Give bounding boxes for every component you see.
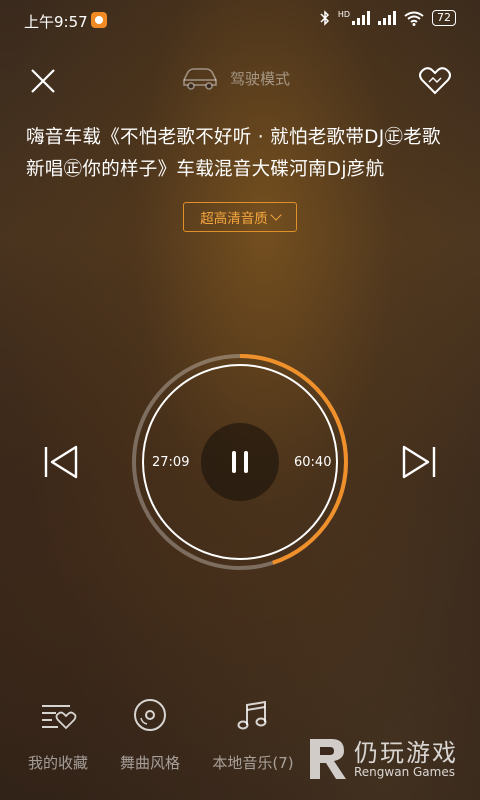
signal-icon-2 <box>378 11 396 25</box>
car-icon <box>183 68 217 90</box>
nav-favorites-label: 我的收藏 <box>27 754 88 772</box>
drive-mode-label: 驾驶模式 <box>180 66 290 90</box>
disc-icon <box>134 699 166 731</box>
status-time: 上午9:57 <box>24 13 88 31</box>
watermark-logo: 仍玩游戏 Rengwan Games <box>306 733 466 785</box>
watermark-subtitle: Rengwan Games <box>354 765 455 779</box>
watermark-mark-icon <box>310 739 346 779</box>
pause-icon <box>232 451 236 473</box>
chevron-down-icon <box>270 209 282 221</box>
system-icons: HD 72 <box>320 10 456 26</box>
previous-track-button[interactable] <box>40 441 82 483</box>
watermark-title: 仍玩游戏 <box>354 739 458 767</box>
skip-next-icon <box>402 445 436 479</box>
favorite-button[interactable] <box>418 66 452 96</box>
close-icon <box>31 69 55 93</box>
network-type-label: HD <box>337 9 350 19</box>
quality-selector[interactable]: 超高清音质 <box>183 202 297 232</box>
drive-mode-text: 驾驶模式 <box>230 69 291 88</box>
elapsed-time: 27:09 <box>152 455 190 470</box>
nav-dance-style[interactable]: 舞曲风格 <box>100 690 200 773</box>
close-button[interactable] <box>26 64 60 98</box>
bluetooth-icon <box>320 10 329 26</box>
skip-previous-icon <box>44 445 78 479</box>
next-track-button[interactable] <box>398 441 440 483</box>
heart-icon <box>419 67 451 95</box>
app-notification-icon <box>91 12 107 28</box>
nav-favorites[interactable]: 我的收藏 <box>8 690 108 773</box>
signal-icon <box>352 11 370 25</box>
pause-icon-bar <box>244 451 248 473</box>
nav-local-music[interactable]: 本地音乐(7) <box>203 690 303 773</box>
status-bar: 上午9:57 HD 72 <box>0 0 480 42</box>
song-title: 嗨音车载《不怕老歌不好听 · 就怕老歌带DJ㊣老歌新唱㊣你的样子》车载混音大碟河… <box>26 127 441 180</box>
nav-dance-style-label: 舞曲风格 <box>119 754 180 772</box>
pause-button[interactable] <box>201 423 279 501</box>
total-time: 60:40 <box>294 455 332 470</box>
quality-label: 超高清音质 <box>200 211 268 227</box>
nav-local-music-label: 本地音乐(7) <box>212 754 294 772</box>
battery-indicator: 72 <box>432 10 456 26</box>
favorites-list-icon <box>42 705 77 730</box>
wifi-icon <box>404 11 424 26</box>
music-note-icon <box>237 700 267 730</box>
